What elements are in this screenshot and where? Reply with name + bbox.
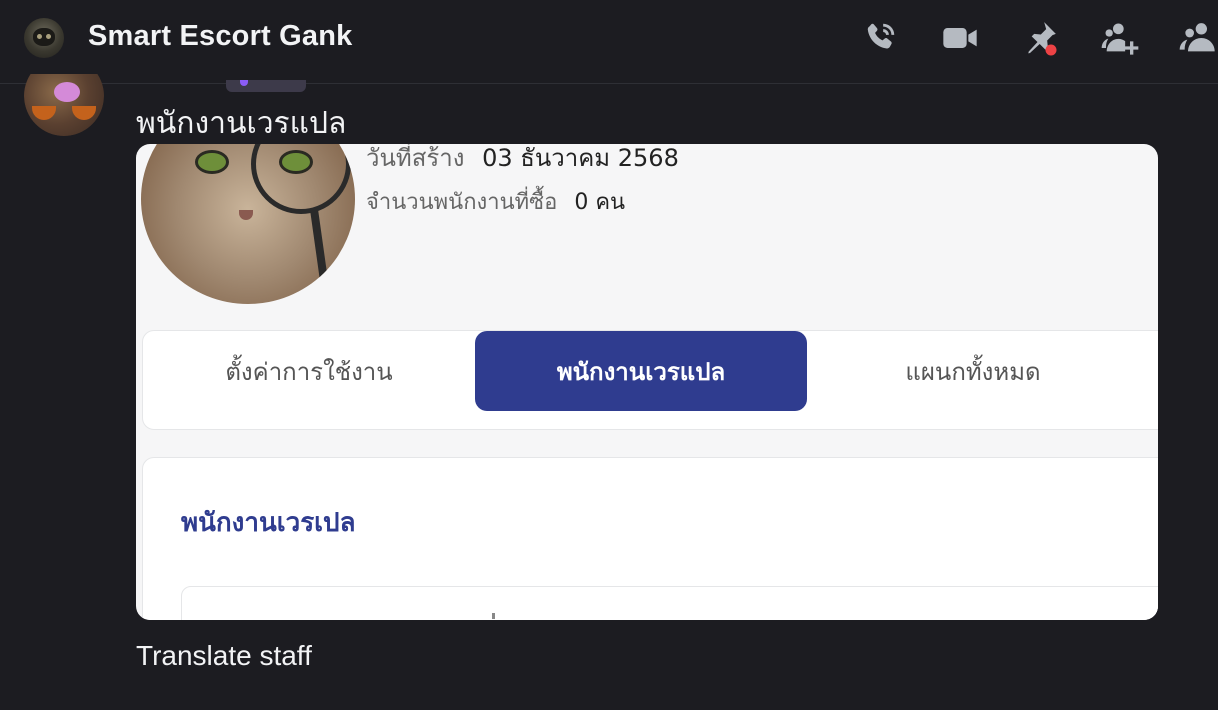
staff-list-box — [181, 586, 1158, 620]
created-date-value: 03 ธันวาคม 2568 — [482, 144, 679, 172]
staff-section: พนักงานเวรเปล — [142, 457, 1158, 620]
tab-settings[interactable]: ตั้งค่าการใช้งาน — [143, 331, 475, 411]
tab-all-departments[interactable]: แผนกทั้งหมด — [807, 331, 1139, 411]
message-title: พนักงานเวรแปล — [136, 106, 347, 141]
cat-profile-image — [141, 144, 355, 304]
add-member-icon[interactable] — [1100, 18, 1140, 58]
phone-call-icon[interactable] — [860, 18, 900, 58]
pin-icon[interactable] — [1020, 18, 1060, 58]
tab-translate-staff[interactable]: พนักงานเวรแปล — [475, 331, 807, 411]
message-caption: Translate staff — [136, 640, 312, 671]
author-avatar[interactable] — [24, 74, 104, 136]
channel-title: Smart Escort Gank — [88, 20, 353, 52]
role-badge — [226, 80, 306, 92]
channel-avatar[interactable] — [24, 18, 64, 58]
video-icon[interactable] — [940, 18, 980, 58]
tab-bar: ตั้งค่าการใช้งาน พนักงานเวรแปล แผนกทั้งห… — [142, 330, 1158, 430]
staff-count-label: จำนวนพนักงานที่ซื้อ — [366, 190, 558, 215]
created-date-row: วันที่สร้าง 03 ธันวาคม 2568 — [366, 144, 679, 177]
section-title: พนักงานเวรเปล — [181, 508, 356, 538]
staff-count-row: จำนวนพนักงานที่ซื้อ 0 คน — [366, 184, 625, 219]
staff-count-value: 0 คน — [574, 190, 626, 215]
channel-header: Smart Escort Gank — [0, 0, 1218, 84]
created-date-label: วันที่สร้าง — [366, 144, 465, 172]
members-icon[interactable] — [1178, 18, 1218, 58]
image-attachment[interactable]: วันที่สร้าง 03 ธันวาคม 2568 จำนวนพนักงาน… — [136, 144, 1158, 620]
